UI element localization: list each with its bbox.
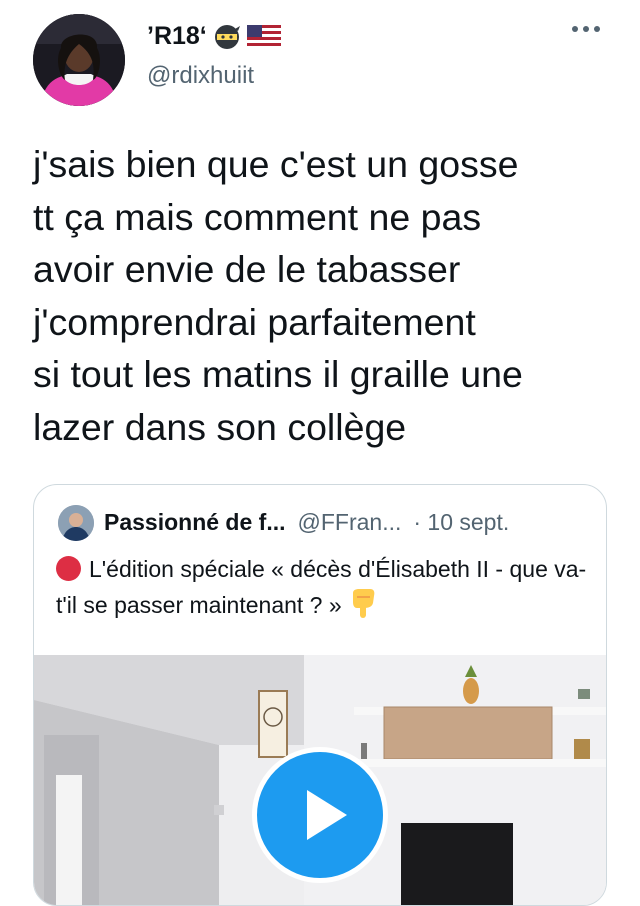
video-thumbnail[interactable] [34,655,606,905]
avatar-image [33,14,125,106]
more-options-button[interactable] [572,26,600,32]
quoted-author-avatar[interactable] [58,505,94,541]
ninja-emoji-icon [214,24,240,49]
quoted-display-name[interactable]: Passionné de f... [104,509,286,536]
author-avatar[interactable] [33,14,125,106]
quoted-text-block: L'édition spéciale « décès d'Élisabeth I… [56,551,601,623]
author-display-name[interactable]: ’R18‘ [147,22,281,51]
quoted-text: L'édition spéciale « décès d'Élisabeth I… [56,556,587,618]
play-button[interactable] [252,747,388,883]
more-horizontal-icon [572,26,578,32]
play-icon [307,790,347,840]
quoted-date[interactable]: · 10 sept. [413,509,509,536]
quoted-handle[interactable]: @FFran... [298,509,402,536]
us-flag-icon [246,24,281,49]
tweet-text: j'sais bien que c'est un gosse tt ça mai… [33,143,523,448]
quoted-header: Passionné de f... @FFran... · 10 sept. [104,509,509,536]
display-name-text: ’R18‘ [147,22,207,50]
more-horizontal-icon-dot [583,26,589,32]
pointing-down-icon [352,589,375,618]
quoted-avatar-image [58,505,94,541]
more-horizontal-icon-dot [594,26,600,32]
red-circle-icon [56,556,81,581]
author-handle[interactable]: @rdixhuiit [147,62,254,90]
quoted-tweet[interactable]: Passionné de f... @FFran... · 10 sept. L… [33,484,607,906]
